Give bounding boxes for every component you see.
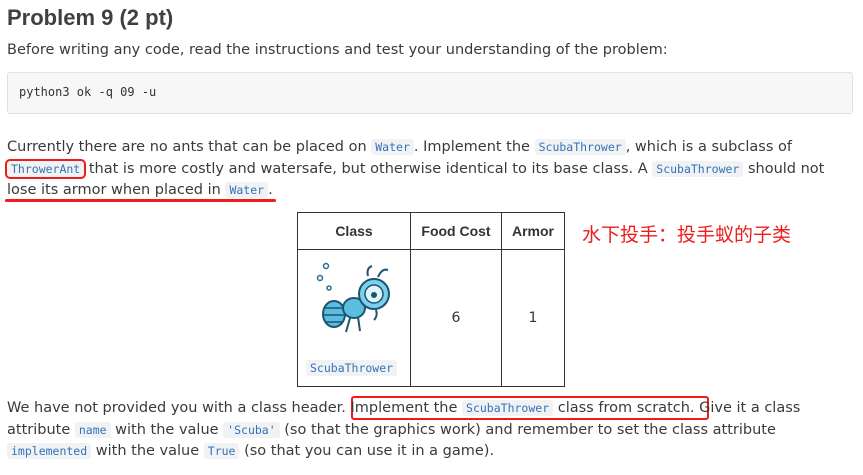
text: (so that the graphics work) and remember… [279,421,776,438]
class-cell: ScubaThrower [297,249,411,387]
text: that is more costly and watersafe, but o… [84,160,653,177]
text: (so that you can use it in a game). [239,443,495,459]
header-armor: Armor [501,212,565,250]
scuba-thrower-ant-icon [316,262,390,333]
code-name: name [74,421,111,438]
text: Currently there are no ants that can be … [7,139,372,155]
code-scuba-string: 'Scuba' [223,421,280,438]
table-row: ScubaThrower 6 1 [297,249,565,387]
code-throwerant-highlighted: ThrowerAnt [4,158,87,179]
intro-text: Before writing any code, read the instru… [7,42,668,58]
command-text: python3 ok -q 09 -u [19,85,157,99]
instruction-paragraph: We have not provided you with a class he… [7,398,857,463]
code-water: Water [225,182,269,198]
text: Implement the [350,400,463,416]
text: , which is a subclass of [625,139,792,155]
text: class from scratch [553,400,690,416]
text: with the value [110,421,224,438]
food-cost-cell: 6 [410,249,502,387]
code-water: Water [371,139,414,155]
code-implemented: implemented [7,443,92,459]
description-paragraph: Currently there are no ants that can be … [4,137,857,202]
code-scubathrower: ScubaThrower [462,400,554,416]
text: We have not provided you with a class he… [7,400,351,416]
code-true: True [203,443,240,459]
code-scubathrower: ScubaThrower [534,139,626,155]
table-header-row: Class Food Cost Armor [297,212,565,250]
text: . [268,182,273,198]
chinese-annotation: 水下投手：投手蚁的子类 [582,224,792,246]
text: . Implement the [413,139,535,155]
class-name-code: ScubaThrower [306,360,398,376]
header-class: Class [297,212,411,250]
ant-info-table: Class Food Cost Armor ScubaThrower 6 1 [297,212,565,387]
header-food-cost: Food Cost [410,212,502,250]
command-code-block: python3 ok -q 09 -u [7,72,853,114]
text: with the value [91,443,204,459]
problem-heading: Problem 9 (2 pt) [7,5,174,30]
code-scubathrower: ScubaThrower [652,160,744,177]
armor-cell: 1 [501,249,565,387]
red-underline-annotation [5,199,276,202]
